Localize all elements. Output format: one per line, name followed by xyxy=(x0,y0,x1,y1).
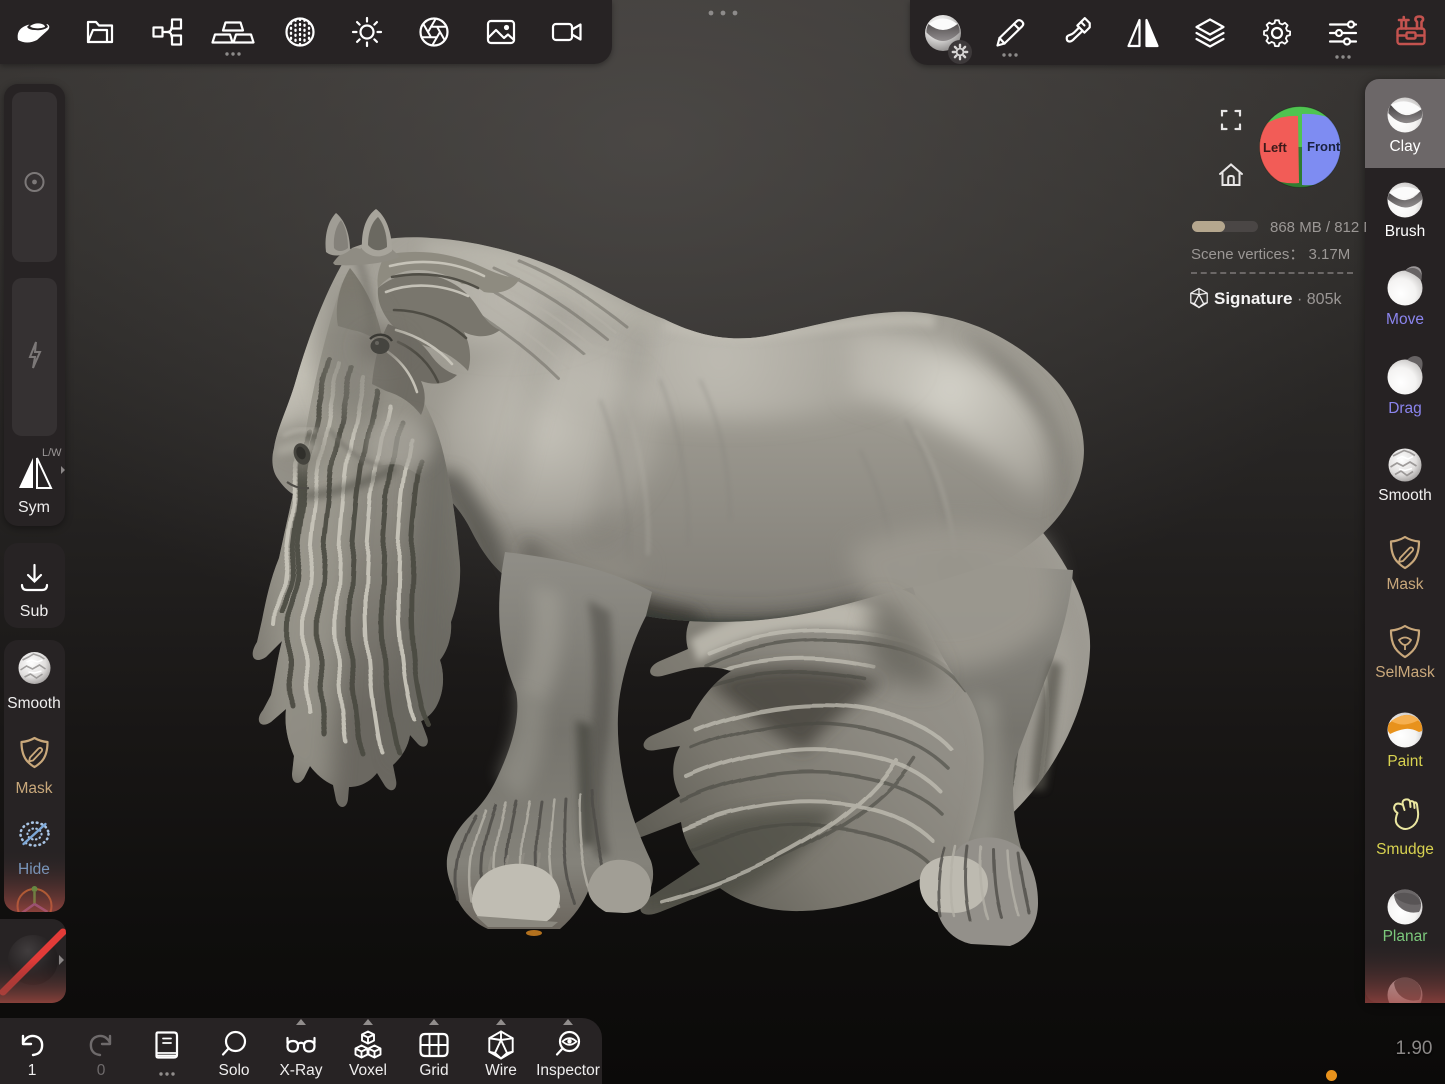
svg-text:· 805k: · 805k xyxy=(1297,291,1342,308)
svg-text:Mask: Mask xyxy=(1386,576,1423,593)
svg-text:Wire: Wire xyxy=(485,1062,517,1079)
svg-text:Brush: Brush xyxy=(1385,223,1426,240)
svg-text:Inspector: Inspector xyxy=(536,1062,600,1079)
svg-text:Solo: Solo xyxy=(218,1062,249,1079)
svg-text:Grid: Grid xyxy=(419,1062,448,1079)
svg-text:Sub: Sub xyxy=(20,603,49,620)
svg-text:Front: Front xyxy=(1307,139,1341,154)
svg-text:Clay: Clay xyxy=(1389,138,1420,155)
svg-text:X-Ray: X-Ray xyxy=(279,1062,322,1079)
svg-text:Move: Move xyxy=(1386,311,1424,328)
svg-text:1: 1 xyxy=(28,1062,37,1079)
svg-text:Paint: Paint xyxy=(1387,753,1423,770)
svg-text:Smooth: Smooth xyxy=(1378,487,1431,504)
svg-text:Mask: Mask xyxy=(15,780,52,797)
svg-text:Smooth: Smooth xyxy=(7,695,60,712)
svg-text:0: 0 xyxy=(97,1062,106,1079)
svg-text:Drag: Drag xyxy=(1388,400,1422,417)
svg-text:Voxel: Voxel xyxy=(349,1062,387,1079)
svg-text:Left: Left xyxy=(1263,140,1288,155)
svg-text:Signature: Signature xyxy=(1214,289,1292,308)
svg-text:Sym: Sym xyxy=(18,499,50,516)
svg-text:L/W: L/W xyxy=(42,447,62,459)
svg-text:SelMask: SelMask xyxy=(1375,664,1435,681)
svg-text:Smudge: Smudge xyxy=(1376,841,1434,858)
